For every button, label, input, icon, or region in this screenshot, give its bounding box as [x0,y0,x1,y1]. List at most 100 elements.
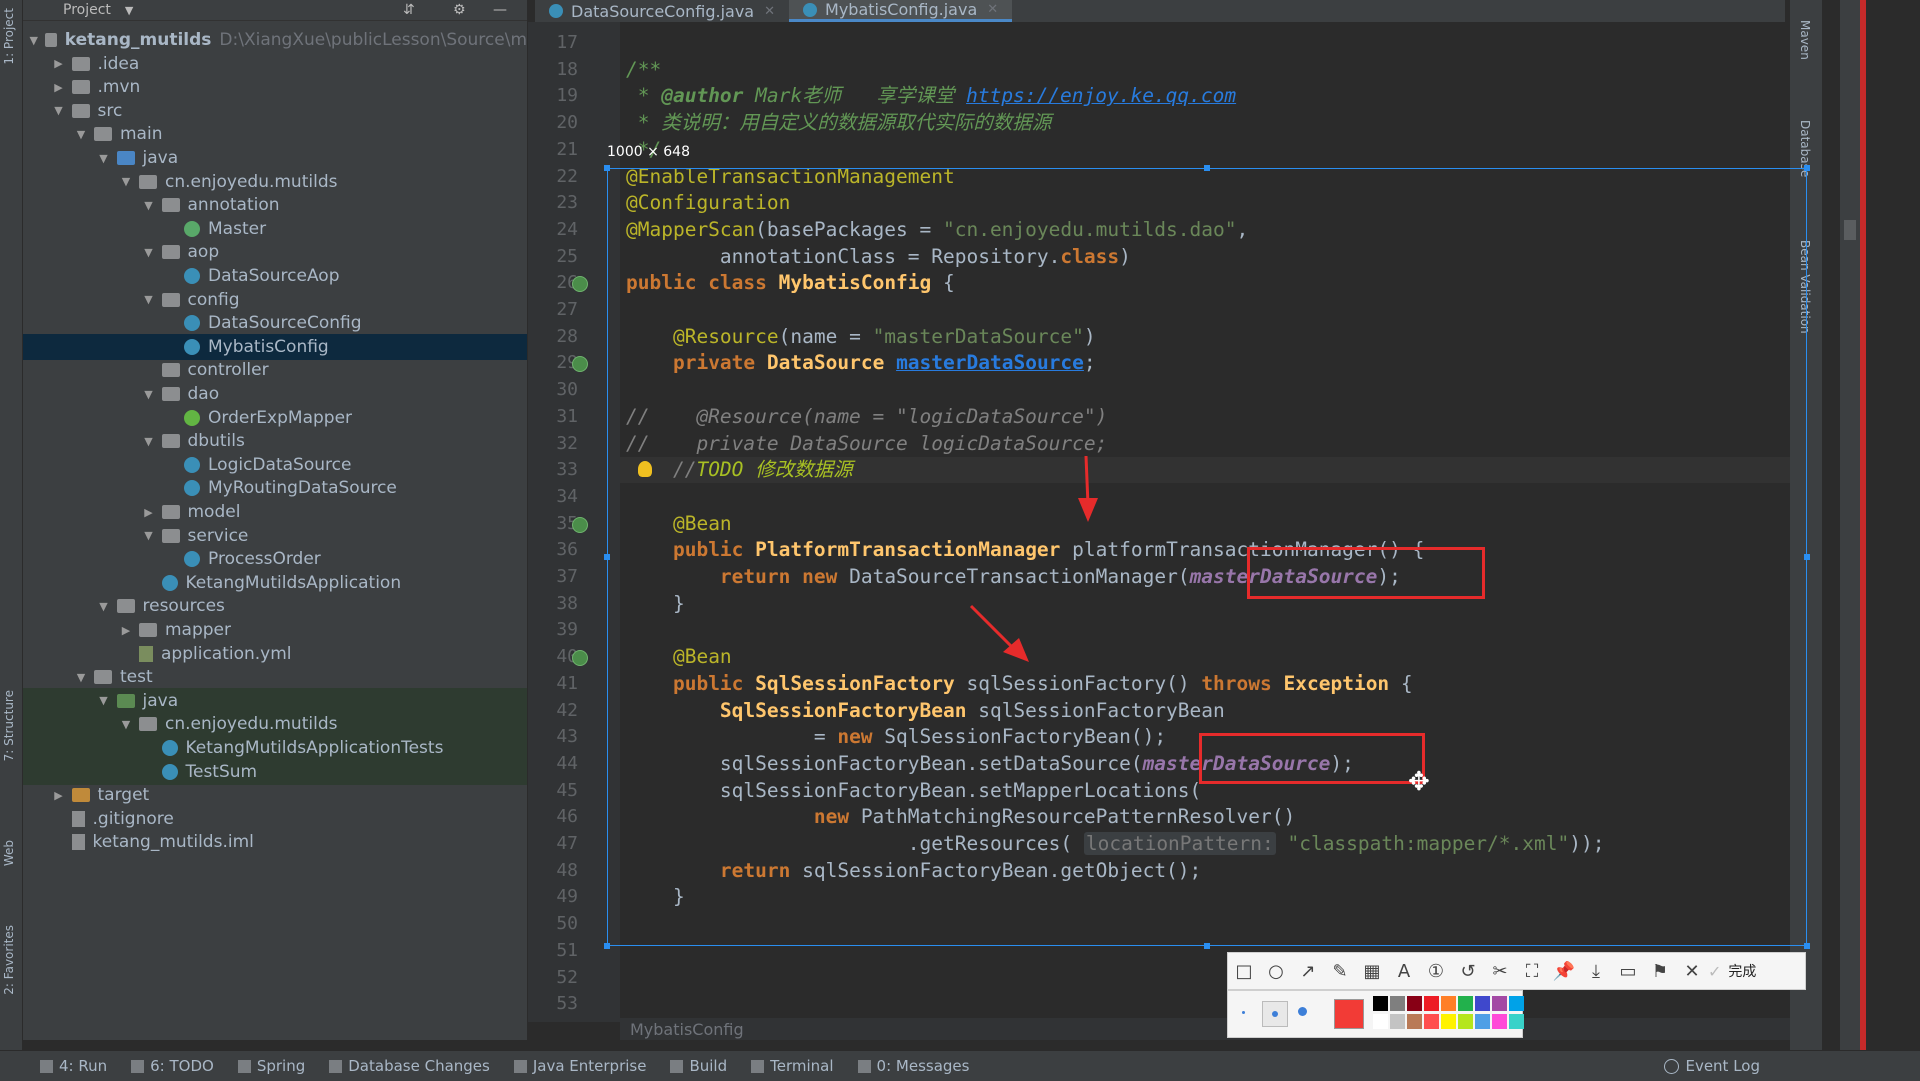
tree-item[interactable]: KetangMutildsApplication [23,570,527,596]
tree-item[interactable]: .gitignore [23,806,527,832]
selected-color-swatch[interactable] [1334,999,1364,1029]
event-log-tab[interactable]: Event Log [1664,1057,1760,1075]
text-icon[interactable]: A [1388,955,1420,987]
tree-item[interactable]: ▶ target [23,782,527,808]
undo-icon[interactable]: ↺ [1452,955,1484,987]
breadcrumb-class[interactable]: MybatisConfig [630,1020,744,1039]
code-line[interactable]: * @author Mark老师 享学课堂 https://enjoy.ke.q… [626,83,1236,109]
color-swatch[interactable] [1407,1014,1422,1029]
tree-item[interactable]: ▼ src [23,98,527,124]
arrow-icon[interactable]: ↗ [1292,955,1324,987]
color-swatch[interactable] [1492,1014,1507,1029]
tree-item[interactable]: ▼ java [23,687,527,714]
hide-panel-icon[interactable]: — [493,2,507,18]
color-swatch[interactable] [1373,1014,1388,1029]
bottom-tool-tab[interactable]: Terminal [751,1057,834,1075]
resize-handle[interactable] [1804,554,1810,560]
tree-item[interactable]: ▼ test [23,664,527,690]
color-swatch[interactable] [1458,1014,1473,1029]
color-swatch[interactable] [1441,1014,1456,1029]
resize-handle[interactable] [1804,165,1810,171]
code-line[interactable]: * 类说明：用自定义的数据源取代实际的数据源 [626,110,1052,136]
structure-tool-tab[interactable]: 7: Structure [2,690,16,761]
tree-item[interactable]: ▼ annotation [23,192,527,218]
tree-item[interactable]: MyRoutingDataSource [23,475,527,501]
pin-icon[interactable]: 📌 [1548,955,1580,987]
chevron-down-icon[interactable]: ▼ [142,199,156,212]
code-line[interactable]: /** [626,57,661,83]
tree-item[interactable]: OrderExpMapper [23,405,527,431]
tree-item[interactable]: ▶ .mvn [23,74,527,100]
color-swatch[interactable] [1492,996,1507,1011]
done-button[interactable]: ✓ 完成 [1708,961,1756,981]
resize-handle[interactable] [1804,943,1810,949]
chevron-down-icon[interactable]: ▼ [97,152,111,165]
lightbulb-icon[interactable] [638,461,652,478]
tree-item[interactable]: KetangMutildsApplicationTests [23,735,527,761]
tree-item[interactable]: controller [23,357,527,383]
resize-handle[interactable] [604,943,610,949]
bottom-tool-tab[interactable]: Spring [237,1057,305,1075]
color-swatch[interactable] [1424,1014,1439,1029]
color-swatch[interactable] [1390,996,1405,1011]
collapse-all-icon[interactable]: ⇵ [403,2,415,18]
tree-item[interactable]: ▼ config [23,287,527,313]
color-swatch[interactable] [1509,996,1524,1011]
chevron-down-icon[interactable]: ▼ [142,388,156,401]
ellipse-icon[interactable]: ○ [1260,955,1292,987]
color-swatch[interactable] [1458,996,1473,1011]
bottom-tool-tab[interactable]: 6: TODO [131,1057,214,1075]
chevron-down-icon[interactable]: ▼ [119,175,133,188]
chevron-right-icon[interactable]: ▶ [142,506,156,519]
tree-item[interactable]: ▼ main [23,121,527,147]
chevron-down-icon[interactable]: ▼ [142,529,156,542]
chevron-down-icon[interactable]: ▼ [74,128,88,141]
rectangle-icon[interactable]: □ [1228,955,1260,987]
chevron-down-icon[interactable]: ▼ [119,718,133,731]
chevron-down-icon[interactable]: ▼ [142,246,156,259]
tree-item[interactable]: LogicDataSource [23,452,527,478]
chevron-down-icon[interactable]: ▼ [29,34,39,47]
bookmark-icon[interactable]: ⚑ [1644,955,1676,987]
tree-item[interactable]: ProcessOrder [23,546,527,572]
number-icon[interactable]: ① [1420,955,1452,987]
chevron-right-icon[interactable]: ▶ [52,57,66,70]
pen-icon[interactable]: ✎ [1324,955,1356,987]
chevron-down-icon[interactable]: ▼ [142,435,156,448]
tree-item[interactable]: ▶ mapper [23,617,527,643]
pen-size-large[interactable] [1298,1007,1307,1016]
close-icon[interactable]: ✕ [987,2,998,17]
chevron-down-icon[interactable]: ▼ [97,694,111,707]
tree-item[interactable]: DataSourceConfig [23,310,527,336]
tree-item[interactable]: TestSum [23,758,527,785]
tree-item[interactable]: ▼ java [23,145,527,171]
color-swatch[interactable] [1390,1014,1405,1029]
tree-item[interactable]: ▼ cn.enjoyedu.mutilds [23,169,527,195]
pen-size-medium[interactable] [1262,1001,1288,1027]
tree-item[interactable]: DataSourceAop [23,263,527,289]
chevron-down-icon[interactable]: ▼ [52,104,66,117]
project-view-selector[interactable]: Project [63,2,111,18]
tree-item[interactable]: MybatisConfig [23,333,527,360]
web-tool-tab[interactable]: Web [2,840,16,866]
chevron-right-icon[interactable]: ▶ [119,624,133,637]
close-icon[interactable]: ✕ [1676,955,1708,987]
spring-bean-gutter-icon[interactable] [572,650,588,667]
project-tool-tab[interactable]: 1: Project [2,8,16,65]
tree-item[interactable]: ▼ dbutils [23,428,527,454]
resize-handle[interactable] [1204,165,1210,171]
pen-size-small[interactable] [1242,1011,1245,1014]
tree-item[interactable]: ▼ cn.enjoyedu.mutilds [23,711,527,738]
bottom-tool-tab[interactable]: 0: Messages [857,1057,969,1075]
tree-item[interactable]: ▼ resources [23,593,527,619]
spring-bean-gutter-icon[interactable] [572,516,588,533]
chevron-down-icon[interactable]: ▼ [125,4,133,17]
editor-tab[interactable]: DataSourceConfig.java ✕ [535,0,789,22]
chevron-down-icon[interactable]: ▼ [74,671,88,684]
chevron-right-icon[interactable]: ▶ [52,81,66,94]
screenshot-selection-box[interactable] [604,165,1810,949]
tree-item[interactable]: ▼ dao [23,381,527,407]
resize-handle[interactable] [604,554,610,560]
bottom-tool-tab[interactable]: Build [670,1057,727,1075]
color-swatch[interactable] [1373,996,1388,1011]
